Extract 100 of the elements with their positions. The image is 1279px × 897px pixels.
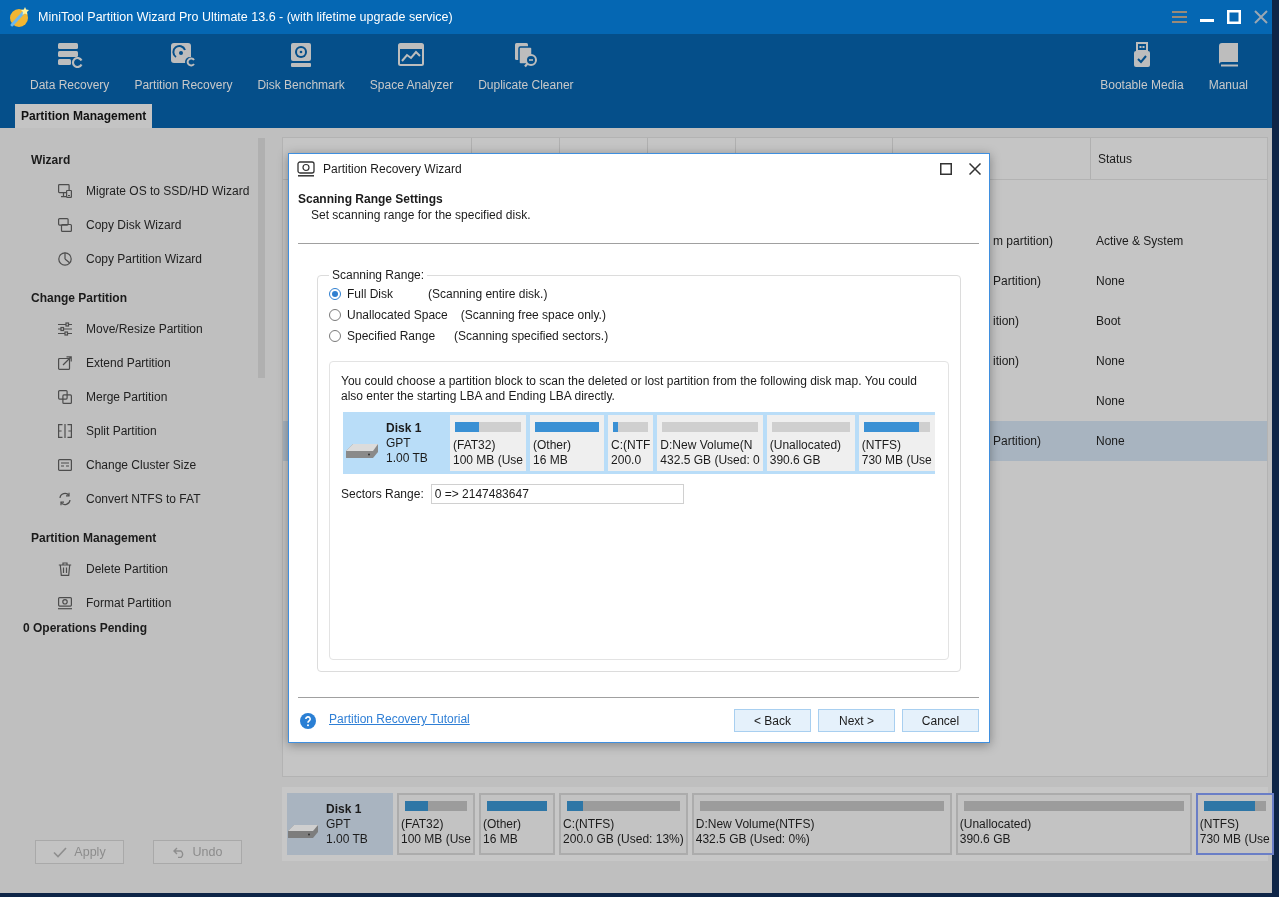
toolbar-button[interactable]: Disk Benchmark (257, 34, 345, 92)
partition-block[interactable]: (Other) 16 MB (479, 793, 556, 855)
disk-map[interactable]: Disk 1 GPT 1.00 TB (FAT32) 100 MB (Use (Other) 16 MB C:(NTF 200.0 D:New Volume(N 432.5 GB (Used: 0 (Unallocated) 390.6 GB (NTFS) 730 MB (Use (343, 412, 935, 474)
app-logo-icon (8, 6, 30, 28)
partition-label: C:(NTFS) (563, 817, 616, 832)
panel-icon (58, 458, 72, 472)
partition-label: (NTFS) (861, 438, 903, 453)
dialog-button[interactable]: Next > (818, 709, 895, 732)
pie-icon (58, 252, 72, 266)
partition-label: D:New Volume(NTFS) (695, 817, 816, 832)
section-heading: Wizard (30, 152, 72, 168)
partition-block[interactable]: (Other) 16 MB (530, 415, 605, 471)
sidebar-item[interactable]: Split Partition (8, 414, 258, 448)
partition-label: C:(NTF (611, 438, 651, 453)
dialog-button[interactable]: < Back (734, 709, 811, 732)
tab[interactable]: Partition Management (15, 104, 153, 128)
partition-block[interactable]: C:(NTF 200.0 (608, 415, 654, 471)
dialog-title: Partition Recovery Wizard (323, 161, 462, 176)
window-title: MiniTool Partition Wizard Pro Ultimate 13.6 - (with lifetime upgrade service) (38, 10, 453, 24)
partition-size: 16 MB (533, 453, 569, 468)
table-cell-text: None (1095, 354, 1125, 368)
sidebar-item[interactable]: Copy Disk Wizard (8, 208, 258, 242)
partition-block[interactable]: (NTFS) 730 MB (Use (1195, 793, 1274, 855)
sidebar-item[interactable]: Convert NTFS to FAT (8, 482, 258, 516)
partition-label: (FAT32) (453, 438, 497, 453)
option-description: (Scanning free space only.) (460, 307, 606, 322)
toolbar-button[interactable]: Partition Recovery (134, 34, 233, 92)
group-label: Scanning Range: (331, 268, 426, 283)
partition-block[interactable]: D:New Volume(NTFS) 432.5 GB (Used: 0%) (691, 793, 952, 855)
sidebar-item[interactable]: Format Partition (8, 586, 258, 620)
server-refresh-icon (56, 42, 83, 68)
maximize-icon[interactable] (940, 162, 952, 175)
section-heading: Change Partition (30, 290, 128, 306)
hard-drive-icon (346, 443, 378, 459)
disk-name: Disk 1 (326, 801, 363, 817)
partition-block[interactable]: (FAT32) 100 MB (Use (397, 793, 476, 855)
partition-block[interactable]: D:New Volume(N 432.5 GB (Used: 0 (657, 415, 763, 471)
trash-icon (58, 562, 72, 576)
partition-block[interactable]: C:(NTFS) 200.0 GB (Used: 13%) (559, 793, 688, 855)
partition-label: (Other) (483, 817, 523, 832)
partition-block[interactable]: (Unallocated) 390.6 GB (766, 415, 855, 471)
table-cell-text: Active & System (1095, 234, 1184, 248)
help-icon[interactable] (300, 713, 316, 729)
radio-label[interactable]: Unallocated Space (347, 307, 448, 322)
undo-arrow-icon (172, 846, 186, 858)
field-label: Sectors Range: (341, 487, 424, 501)
disk-type: GPT (326, 816, 352, 832)
table-cell-text: None (1095, 274, 1125, 288)
radio-button[interactable] (329, 308, 341, 321)
table-cell-text: None (1095, 434, 1125, 448)
radio-label[interactable]: Specified Range (347, 328, 436, 343)
sidebar-item[interactable]: Change Cluster Size (8, 448, 258, 482)
toolbar-button[interactable]: Bootable Media (1100, 34, 1184, 92)
sidebar-item[interactable]: Move/Resize Partition (8, 312, 258, 346)
sidebar-item[interactable]: Copy Partition Wizard (8, 242, 258, 276)
partition-label: (NTFS) (1199, 817, 1241, 832)
disk-name: Disk 1 (386, 420, 423, 436)
partition-block[interactable]: (Unallocated) 390.6 GB (955, 793, 1192, 855)
partition-size: 730 MB (Use (861, 453, 932, 468)
partition-size: 390.6 GB (959, 832, 1012, 847)
chart-window-icon (398, 42, 425, 68)
monitor-drive-icon (58, 184, 72, 198)
table-cell: Partition) (993, 434, 1042, 448)
sectors-range-field[interactable]: 0 => 2147483647 (430, 484, 684, 504)
disk-type: GPT (386, 435, 412, 451)
sidebar-item[interactable]: Merge Partition (8, 380, 258, 414)
hard-drive-icon (288, 823, 318, 839)
partition-size: 100 MB (Use (401, 832, 472, 847)
sidebar-item[interactable]: Delete Partition (8, 552, 258, 586)
radio-button[interactable] (329, 287, 341, 300)
table-cell: m partition) (993, 234, 1054, 248)
close-icon[interactable] (969, 162, 981, 175)
toolbar-button[interactable]: Duplicate Cleaner (478, 34, 574, 92)
toolbar-button[interactable]: Space Analyzer (369, 34, 454, 92)
radio-button[interactable] (329, 329, 341, 342)
toolbar-button[interactable]: Manual (1208, 34, 1248, 92)
sliders-icon (58, 322, 72, 336)
radio-label[interactable]: Full Disk (347, 286, 393, 301)
partition-block[interactable]: (NTFS) 730 MB (Use (858, 415, 935, 471)
disk-refresh-icon (170, 42, 197, 68)
table-cell: ition) (993, 354, 1019, 368)
toolbar-button[interactable]: Data Recovery (30, 34, 110, 92)
disk-block[interactable]: Disk 1 GPT 1.00 TB (287, 793, 393, 855)
column-header[interactable]: Status (1098, 151, 1133, 166)
dialog-button[interactable]: Cancel (902, 709, 979, 732)
stacked-drives-icon (58, 218, 72, 232)
overlapping-squares-icon (58, 390, 72, 404)
section-heading: Partition Management (30, 530, 158, 546)
minimize-icon[interactable] (1200, 18, 1214, 22)
table-cell: ition) (993, 314, 1019, 328)
tutorial-link[interactable]: Partition Recovery Tutorial (329, 712, 470, 726)
partition-size: 432.5 GB (Used: 0 (660, 453, 760, 468)
hint-text: You could choose a partition block to scan the deleted or lost partition from the following disk map. You could also enter the starting LBA and Ending LBA directly. (341, 374, 918, 404)
sidebar-item[interactable]: Extend Partition (8, 346, 258, 380)
check-icon (53, 846, 68, 858)
partition-block[interactable]: (FAT32) 100 MB (Use (450, 415, 527, 471)
option-description: (Scanning entire disk.) (428, 286, 548, 301)
partition-size: 16 MB (483, 832, 519, 847)
sidebar-item[interactable]: Migrate OS to SSD/HD Wizard (8, 174, 258, 208)
partition-size: 390.6 GB (769, 453, 822, 468)
